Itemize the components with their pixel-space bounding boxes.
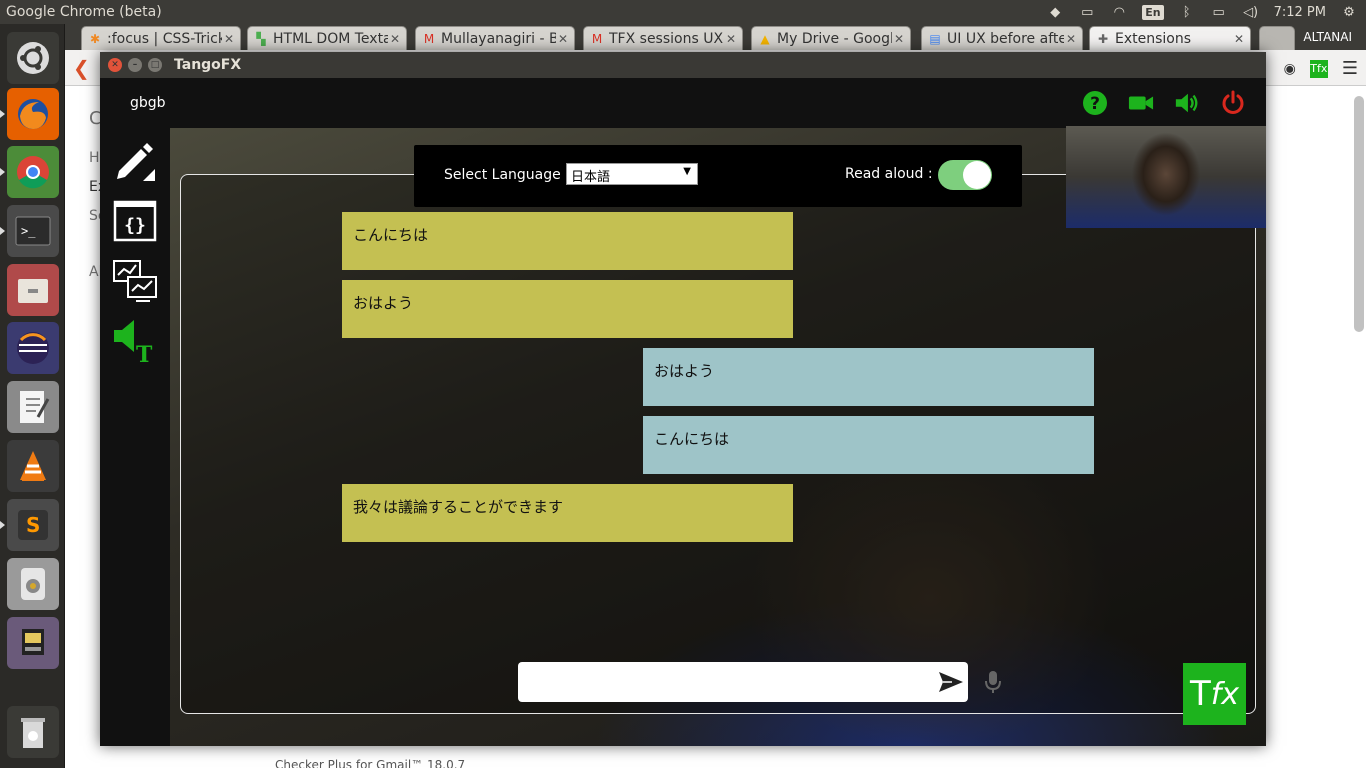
tab-close-icon[interactable]: ✕: [1232, 32, 1246, 46]
language-bar: Select Language : 日本語 ▼ Read aloud :: [414, 145, 1022, 207]
trash-icon[interactable]: [7, 706, 59, 758]
chrome-icon[interactable]: [0, 146, 59, 198]
chat-message-sent: おはよう: [643, 348, 1094, 406]
browser-tab-active[interactable]: ✚ Extensions ✕: [1089, 26, 1251, 50]
puzzle-icon: ✚: [1097, 31, 1109, 46]
firefox-icon[interactable]: [0, 88, 59, 140]
camera-extension-icon[interactable]: ◉: [1284, 61, 1296, 77]
dropdown-arrow-icon: ▼: [683, 166, 691, 177]
svg-text:T: T: [136, 342, 153, 364]
tab-close-icon[interactable]: ✕: [1064, 32, 1078, 46]
browser-tab[interactable]: M TFX sessions UX ✕: [583, 26, 743, 50]
username-label: gbgb: [130, 95, 166, 111]
svg-text:S: S: [26, 513, 40, 537]
microphone-icon[interactable]: [984, 670, 1002, 694]
window-close-button[interactable]: ✕: [108, 58, 122, 72]
vlc-icon[interactable]: [7, 440, 59, 492]
settings-gear-icon[interactable]: ⚙: [1340, 5, 1358, 20]
extension-list-item: Checker Plus for Gmail™ 18.0.7: [275, 758, 466, 768]
tab-close-icon[interactable]: ✕: [892, 32, 906, 46]
battery-icon[interactable]: ▭: [1210, 5, 1228, 20]
pencil-icon[interactable]: [112, 138, 158, 184]
terminal-icon[interactable]: >_: [0, 205, 59, 257]
window-titlebar[interactable]: ✕ – □ TangoFX: [100, 52, 1266, 78]
browser-tab[interactable]: ▚ HTML DOM Textarea ✕: [247, 26, 407, 50]
active-app-title: Google Chrome (beta): [6, 4, 162, 20]
device-manager-icon[interactable]: [7, 617, 59, 669]
clock[interactable]: 7:12 PM: [1274, 5, 1326, 20]
dropbox-icon[interactable]: ◆: [1046, 5, 1064, 20]
self-video-preview: [1066, 126, 1266, 228]
camera-indicator-icon[interactable]: ▭: [1078, 5, 1096, 20]
gmail-icon: M: [591, 31, 603, 46]
back-arrow-icon[interactable]: ❮: [73, 56, 90, 80]
read-aloud-label: Read aloud :: [845, 166, 933, 182]
video-camera-icon[interactable]: [1128, 90, 1154, 116]
language-select[interactable]: 日本語 ▼: [566, 163, 698, 185]
svg-text:{}: {}: [124, 215, 146, 236]
chat-message-received: こんにちは: [342, 212, 793, 270]
call-controls: ?: [1082, 90, 1246, 116]
help-icon[interactable]: ?: [1082, 90, 1108, 116]
unity-launcher: >_ S: [0, 24, 65, 768]
chat-message-sent: こんにちは: [643, 416, 1094, 474]
browser-tab-bar: ✱ :focus | CSS-Tricks ✕ ▚ HTML DOM Texta…: [65, 24, 1366, 50]
code-editor-icon[interactable]: {}: [112, 198, 158, 244]
speaker-app-icon[interactable]: [7, 558, 59, 610]
window-title: TangoFX: [174, 57, 242, 73]
bluetooth-icon[interactable]: ᛒ: [1178, 5, 1196, 20]
volume-icon[interactable]: ◁): [1242, 5, 1260, 20]
speaker-volume-icon[interactable]: [1174, 90, 1200, 116]
chrome-menu-icon[interactable]: ☰: [1342, 58, 1358, 79]
file-manager-icon[interactable]: [7, 264, 59, 316]
chat-message-received: おはよう: [342, 280, 793, 338]
system-tray: ◆ ▭ ◠ En ᛒ ▭ ◁) 7:12 PM ⚙: [1046, 4, 1366, 20]
keyboard-layout-indicator[interactable]: En: [1142, 4, 1164, 20]
new-tab-button[interactable]: [1259, 26, 1295, 50]
tab-close-icon[interactable]: ✕: [556, 32, 570, 46]
system-top-panel: Google Chrome (beta) ◆ ▭ ◠ En ᛒ ▭ ◁) 7:1…: [0, 0, 1366, 24]
eclipse-icon[interactable]: [7, 322, 59, 374]
tangofx-logo: Tfx: [1183, 663, 1246, 725]
message-input[interactable]: [526, 670, 926, 694]
tab-close-icon[interactable]: ✕: [222, 32, 236, 46]
window-maximize-button[interactable]: □: [148, 58, 162, 72]
gmail-icon: M: [423, 31, 435, 46]
css-tricks-icon: ✱: [89, 31, 101, 46]
text-to-speech-icon[interactable]: T: [112, 318, 158, 364]
profile-name[interactable]: ALTANAI: [1297, 28, 1358, 46]
wifi-icon[interactable]: ◠: [1110, 5, 1128, 20]
send-icon[interactable]: [938, 670, 964, 694]
chat-message-received: 我々は議論することができます: [342, 484, 793, 542]
google-drive-icon: ▲: [760, 31, 770, 46]
window-minimize-button[interactable]: –: [128, 58, 142, 72]
w3schools-icon: ▚: [256, 31, 266, 46]
page-scrollbar[interactable]: [1354, 96, 1364, 332]
read-aloud-toggle[interactable]: [938, 160, 992, 190]
message-compose-box: [518, 662, 968, 702]
power-icon[interactable]: [1220, 90, 1246, 116]
browser-tab[interactable]: M Mullayanagiri - B ✕: [415, 26, 575, 50]
svg-text:>_: >_: [21, 224, 36, 238]
tab-close-icon[interactable]: ✕: [724, 32, 738, 46]
language-label: Select Language :: [444, 167, 570, 183]
tangofx-app: gbgb ? {} T Select Language: 日本語 ▼ Read…: [100, 78, 1266, 746]
tangofx-window: ✕ – □ TangoFX gbgb ? {} T Select Languag…: [100, 52, 1266, 746]
browser-tab[interactable]: ▲ My Drive - Google ✕: [751, 26, 911, 50]
tool-rail: {} T: [112, 138, 158, 378]
extension-icons: ◉ Tfx ☰: [1284, 58, 1358, 79]
selected-language: 日本語: [571, 170, 611, 185]
tab-close-icon[interactable]: ✕: [388, 32, 402, 46]
browser-tab[interactable]: ▤ UI UX before after ✕: [921, 26, 1083, 50]
screen-share-icon[interactable]: [112, 258, 158, 304]
tangofx-extension-icon[interactable]: Tfx: [1309, 59, 1328, 78]
sublime-text-icon[interactable]: S: [0, 499, 59, 551]
text-editor-icon[interactable]: [7, 381, 59, 433]
toggle-knob: [963, 161, 991, 189]
svg-text:?: ?: [1090, 94, 1100, 114]
ubuntu-dash-icon[interactable]: [7, 32, 59, 84]
browser-tab[interactable]: ✱ :focus | CSS-Tricks ✕: [81, 26, 241, 50]
google-docs-icon: ▤: [929, 31, 941, 46]
